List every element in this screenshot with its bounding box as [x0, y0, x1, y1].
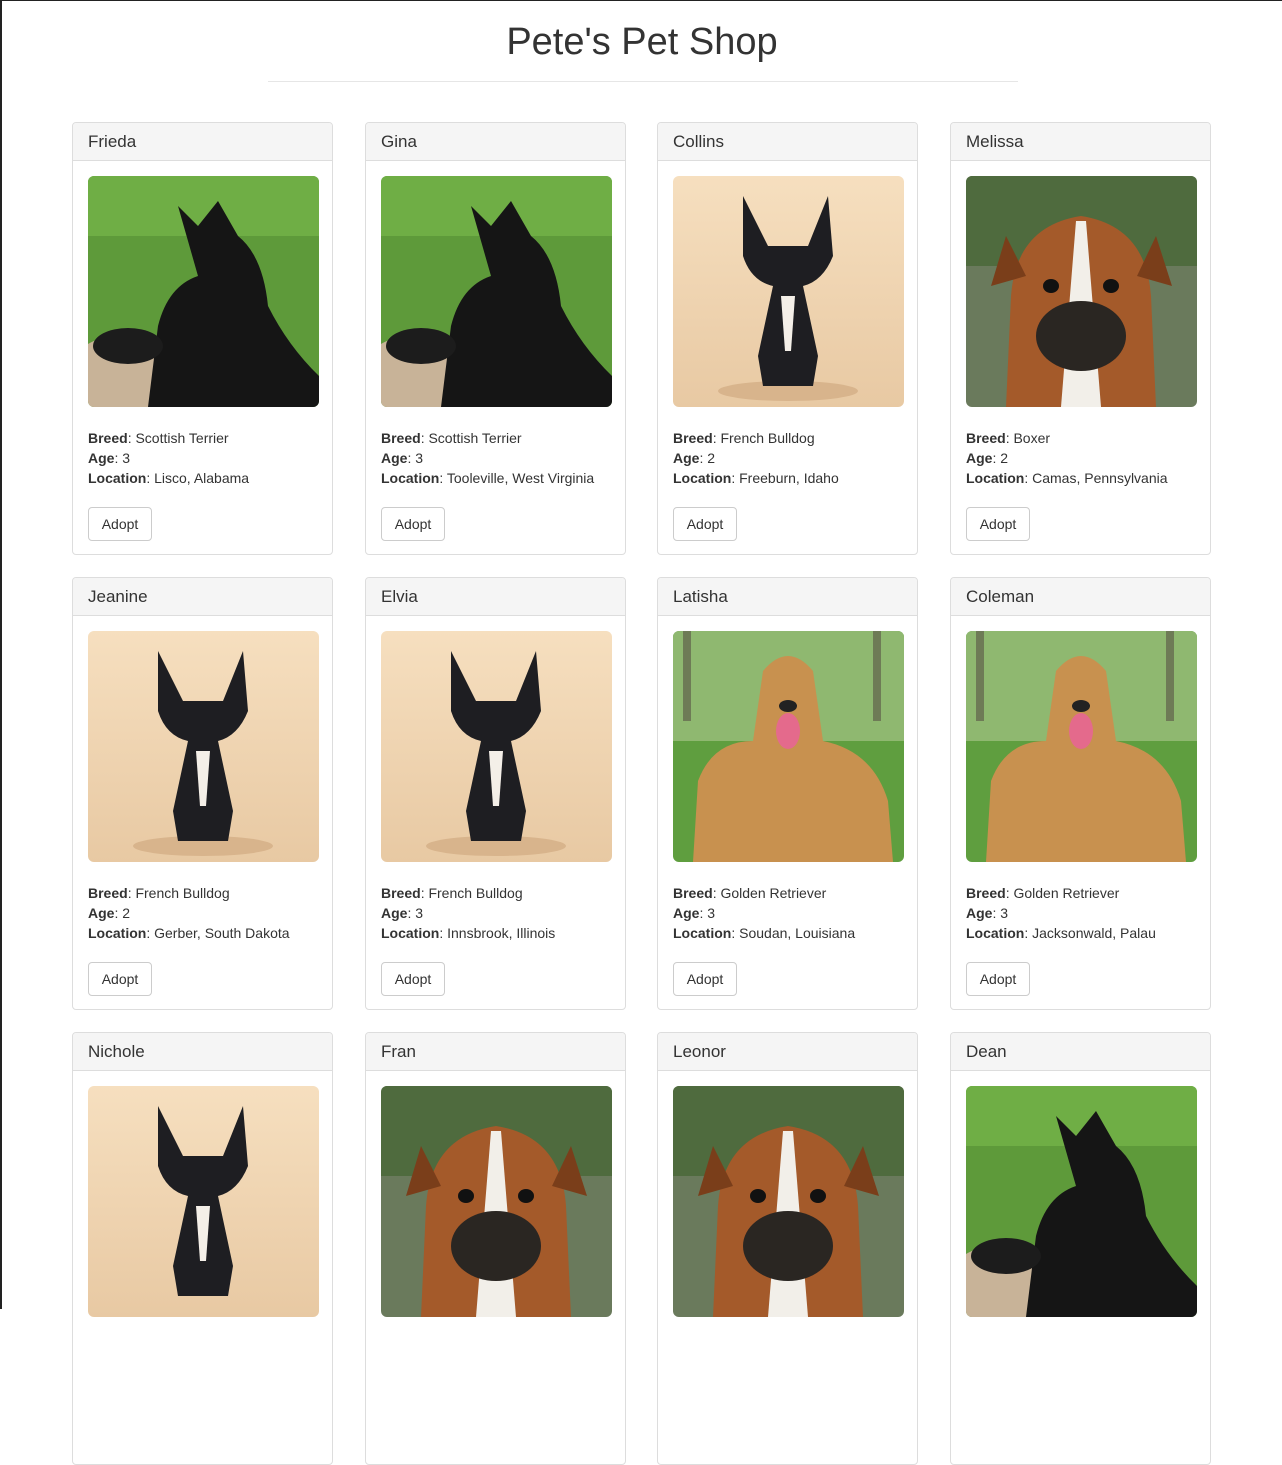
adopt-button[interactable]: Adopt [381, 507, 445, 541]
location-row: Location: Freeburn, Idaho [673, 470, 839, 486]
title-divider [268, 81, 1018, 82]
age-value: 2 [707, 450, 716, 466]
age-value: 2 [1000, 450, 1009, 466]
pet-name: Collins [658, 123, 917, 161]
pet-name: Nichole [73, 1033, 332, 1071]
scottish-terrier-photo [88, 176, 319, 407]
pet-name: Melissa [951, 123, 1210, 161]
pet-card: Collins Breed: French Bulldog Age: 2 Loc… [657, 122, 918, 555]
french-bulldog-photo [88, 631, 319, 862]
pet-card: Coleman Breed: Golden Retriever Age: 3 L… [950, 577, 1211, 1010]
age-row: Age: 3 [381, 450, 424, 466]
french-bulldog-photo [673, 176, 904, 407]
breed-row: Breed: Golden Retriever [966, 885, 1120, 901]
pet-name: Frieda [73, 123, 332, 161]
location-row: Location: Jacksonwald, Palau [966, 925, 1156, 941]
breed-row: Breed: French Bulldog [88, 885, 230, 901]
pet-name: Latisha [658, 578, 917, 616]
golden-retriever-photo [673, 631, 904, 862]
adopt-button[interactable]: Adopt [673, 962, 737, 996]
french-bulldog-photo [381, 631, 612, 862]
location-value: Soudan, Louisiana [739, 925, 856, 941]
pet-name: Dean [951, 1033, 1210, 1071]
age-value: 3 [1000, 905, 1009, 921]
pet-card: Elvia Breed: French Bulldog Age: 3 Locat… [365, 577, 626, 1010]
age-value: 3 [707, 905, 716, 921]
adopt-button[interactable]: Adopt [381, 962, 445, 996]
age-value: 3 [415, 905, 424, 921]
boxer-photo [381, 1086, 612, 1317]
pet-card: Nichole [72, 1032, 333, 1465]
boxer-photo [673, 1086, 904, 1317]
pet-card: Fran [365, 1032, 626, 1465]
location-row: Location: Lisco, Alabama [88, 470, 250, 486]
pet-name: Jeanine [73, 578, 332, 616]
adopt-button[interactable]: Adopt [966, 962, 1030, 996]
pet-name: Gina [366, 123, 625, 161]
location-value: Jacksonwald, Palau [1032, 925, 1156, 941]
breed-value: French Bulldog [428, 885, 523, 901]
scottish-terrier-photo [381, 176, 612, 407]
age-row: Age: 2 [966, 450, 1009, 466]
pet-name: Leonor [658, 1033, 917, 1071]
age-row: Age: 2 [673, 450, 716, 466]
breed-value: Scottish Terrier [428, 430, 522, 446]
adopt-button[interactable]: Adopt [88, 962, 152, 996]
location-value: Freeburn, Idaho [739, 470, 839, 486]
pet-card: Leonor [657, 1032, 918, 1465]
breed-row: Breed: Boxer [966, 430, 1051, 446]
pet-card: Frieda Breed: Scottish Terrier Age: 3 Lo… [72, 122, 333, 555]
location-row: Location: Gerber, South Dakota [88, 925, 290, 941]
pet-card: Melissa Breed: Boxer Age: 2 Location: Ca… [950, 122, 1211, 555]
location-row: Location: Innsbrook, Illinois [381, 925, 556, 941]
pet-card: Jeanine Breed: French Bulldog Age: 2 Loc… [72, 577, 333, 1010]
breed-value: French Bulldog [135, 885, 230, 901]
pet-card: Gina Breed: Scottish Terrier Age: 3 Loca… [365, 122, 626, 555]
location-value: Tooleville, West Virginia [446, 470, 595, 486]
age-row: Age: 3 [88, 450, 131, 466]
location-value: Camas, Pennsylvania [1032, 470, 1168, 486]
location-value: Lisco, Alabama [154, 470, 250, 486]
age-row: Age: 3 [966, 905, 1009, 921]
age-value: 2 [122, 905, 131, 921]
location-row: Location: Tooleville, West Virginia [381, 470, 595, 486]
breed-row: Breed: French Bulldog [381, 885, 523, 901]
breed-row: Breed: Scottish Terrier [88, 430, 229, 446]
breed-row: Breed: Golden Retriever [673, 885, 827, 901]
location-row: Location: Camas, Pennsylvania [966, 470, 1168, 486]
french-bulldog-photo [88, 1086, 319, 1317]
scottish-terrier-photo [966, 1086, 1197, 1317]
adopt-button[interactable]: Adopt [673, 507, 737, 541]
breed-value: Scottish Terrier [135, 430, 229, 446]
location-row: Location: Soudan, Louisiana [673, 925, 856, 941]
location-value: Innsbrook, Illinois [447, 925, 556, 941]
pet-name: Fran [366, 1033, 625, 1071]
golden-retriever-photo [966, 631, 1197, 862]
breed-value: Golden Retriever [720, 885, 827, 901]
breed-row: Breed: Scottish Terrier [381, 430, 522, 446]
age-value: 3 [415, 450, 424, 466]
pet-card: Latisha Breed: Golden Retriever Age: 3 L… [657, 577, 918, 1010]
boxer-photo [966, 176, 1197, 407]
age-row: Age: 3 [381, 905, 424, 921]
age-row: Age: 2 [88, 905, 131, 921]
page-title: Pete's Pet Shop [506, 21, 778, 63]
pet-name: Elvia [366, 578, 625, 616]
age-row: Age: 3 [673, 905, 716, 921]
location-value: Gerber, South Dakota [154, 925, 290, 941]
pet-name: Coleman [951, 578, 1210, 616]
breed-value: Golden Retriever [1013, 885, 1120, 901]
breed-row: Breed: French Bulldog [673, 430, 815, 446]
breed-value: Boxer [1013, 430, 1051, 446]
breed-value: French Bulldog [720, 430, 815, 446]
pet-card: Dean [950, 1032, 1211, 1465]
adopt-button[interactable]: Adopt [966, 507, 1030, 541]
age-value: 3 [122, 450, 131, 466]
adopt-button[interactable]: Adopt [88, 507, 152, 541]
